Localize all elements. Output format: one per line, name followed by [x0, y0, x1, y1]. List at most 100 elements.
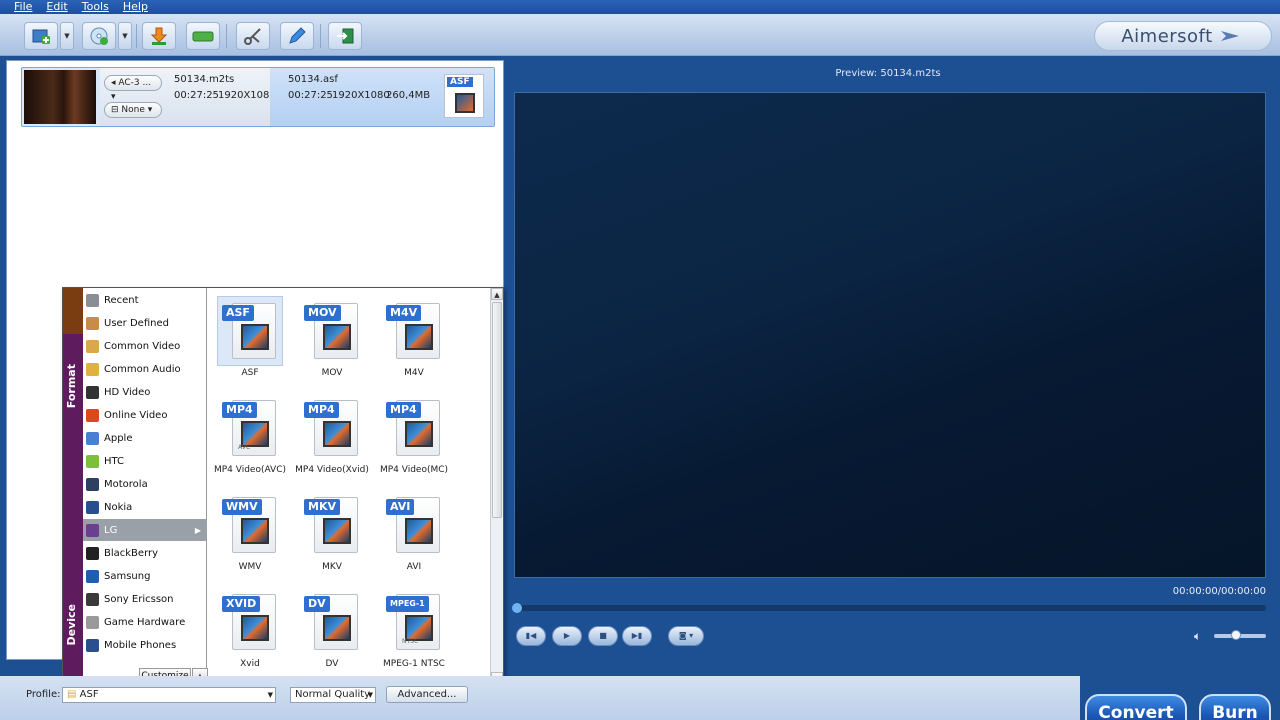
edit-button[interactable]	[280, 22, 314, 50]
category-icon	[86, 293, 99, 307]
format-scrollbar[interactable]: ▲ ▼	[490, 288, 503, 686]
menu-file[interactable]: File	[14, 0, 32, 14]
output-format-icon[interactable]: ASF	[444, 74, 484, 118]
category-item-samsung[interactable]: Samsung	[83, 565, 207, 587]
stop-icon: ■	[599, 631, 607, 640]
volume-icon[interactable]: 🔈︎	[1194, 629, 1201, 644]
source-filename: 50134.m2ts	[174, 74, 235, 85]
category-item-online-video[interactable]: Online Video	[83, 404, 207, 426]
category-item-lg[interactable]: LG ▶	[83, 519, 207, 541]
progress-knob[interactable]	[512, 603, 522, 613]
add-files-dropdown[interactable]: ▼	[60, 22, 74, 50]
category-item-common-audio[interactable]: Common Audio	[83, 358, 207, 380]
category-icon	[86, 523, 99, 537]
stop-button[interactable]: ■	[588, 626, 618, 646]
category-icon	[86, 454, 99, 468]
audio-track-select[interactable]: ◂ AC-3 ... ▾	[104, 75, 162, 102]
format-item-mp4-video-avc-[interactable]: MP4 AVC MP4 Video(AVC)	[210, 389, 290, 481]
format-item-avi[interactable]: AVI AVI	[374, 486, 454, 578]
format-item-mp4-video-xvid-[interactable]: MP4 MP4 Video(Xvid)	[292, 389, 372, 481]
subtitle-select[interactable]: ⊟ None ▾	[104, 102, 162, 118]
add-files-button[interactable]	[24, 22, 58, 50]
playback-progress[interactable]	[512, 603, 1266, 613]
play-button[interactable]: ▶	[552, 626, 582, 646]
menu-tools[interactable]: Tools	[82, 0, 109, 14]
format-subtext: NTSC	[402, 638, 419, 645]
merge-button[interactable]	[186, 22, 220, 50]
format-badge: MPEG-1	[386, 596, 429, 612]
format-badge: M4V	[386, 305, 422, 321]
volume-knob[interactable]	[1231, 630, 1241, 640]
category-label: HD Video	[104, 386, 151, 398]
category-item-game-hardware[interactable]: Game Hardware	[83, 611, 207, 633]
format-item-dv[interactable]: DV DV	[292, 583, 372, 675]
quality-value: Normal Quality	[295, 689, 371, 700]
category-item-recent[interactable]: Recent	[83, 289, 207, 311]
profile-label: Profile:	[26, 689, 61, 700]
format-item-asf[interactable]: ASF ASF	[210, 292, 290, 384]
skip-forward-icon: ▶▮	[631, 631, 643, 640]
category-label: Online Video	[104, 409, 168, 421]
category-item-hd-video[interactable]: HD Video	[83, 381, 207, 403]
format-item-mov[interactable]: MOV MOV	[292, 292, 372, 384]
format-item-mpeg-1-ntsc[interactable]: MPEG-1 NTSC MPEG-1 NTSC	[374, 583, 454, 675]
add-dvd-button[interactable]	[82, 22, 116, 50]
source-duration: 00:27:25	[174, 90, 219, 101]
next-button[interactable]: ▶▮	[622, 626, 652, 646]
category-item-apple[interactable]: Apple	[83, 427, 207, 449]
trim-button[interactable]	[236, 22, 270, 50]
file-item[interactable]: ◂ AC-3 ... ▾ ⊟ None ▾ 50134.m2ts 00:27:2…	[21, 67, 495, 127]
export-icon	[337, 28, 354, 44]
category-label: Nokia	[104, 501, 133, 513]
source-resolution: 1920X1080	[218, 90, 276, 101]
convert-button[interactable]: Convert	[1085, 694, 1187, 720]
scrollbar-up-arrow[interactable]: ▲	[491, 288, 503, 300]
category-label: HTC	[104, 455, 125, 467]
quality-select[interactable]: Normal Quality ▼	[290, 687, 376, 703]
category-icon	[86, 569, 99, 583]
category-item-user-defined[interactable]: User Defined	[83, 312, 207, 334]
category-strip: Format Device	[63, 288, 83, 686]
format-badge: AVI	[386, 499, 415, 515]
category-label: Recent	[104, 294, 139, 306]
category-icon	[86, 431, 99, 445]
submenu-arrow-icon: ▶	[194, 525, 201, 535]
add-dvd-dropdown[interactable]: ▼	[118, 22, 132, 50]
category-icon	[86, 362, 99, 376]
download-icon	[150, 27, 168, 45]
category-item-motorola[interactable]: Motorola	[83, 473, 207, 495]
advanced-button[interactable]: Advanced...	[386, 686, 468, 703]
profile-select[interactable]: ▤ ASF ▼	[62, 687, 276, 703]
category-icon	[86, 615, 99, 629]
scrollbar-thumb[interactable]	[492, 302, 502, 518]
profile-value: ASF	[79, 689, 99, 700]
category-item-blackberry[interactable]: BlackBerry	[83, 542, 207, 564]
brand-name: Aimersoft	[1121, 25, 1213, 47]
snapshot-button[interactable]: ◙ ▾	[668, 626, 704, 646]
menu-edit[interactable]: Edit	[46, 0, 67, 14]
format-item-m4v[interactable]: M4V M4V	[374, 292, 454, 384]
category-item-htc[interactable]: HTC	[83, 450, 207, 472]
category-label: Apple	[104, 432, 133, 444]
format-label: M4V	[404, 368, 424, 378]
burn-button[interactable]: Burn	[1199, 694, 1271, 720]
format-label: MPEG-1 NTSC	[383, 659, 445, 669]
format-item-mkv[interactable]: MKV MKV	[292, 486, 372, 578]
category-item-mobile-phones[interactable]: Mobile Phones	[83, 634, 207, 656]
pencil-icon	[289, 27, 306, 44]
previous-button[interactable]: ▮◀	[516, 626, 546, 646]
category-item-sony-ericsson[interactable]: Sony Ericsson	[83, 588, 207, 610]
export-button[interactable]	[328, 22, 362, 50]
format-item-wmv[interactable]: WMV WMV	[210, 486, 290, 578]
add-file-icon	[32, 29, 50, 44]
download-button[interactable]	[142, 22, 176, 50]
menu-help[interactable]: Help	[123, 0, 148, 14]
category-item-common-video[interactable]: Common Video	[83, 335, 207, 357]
category-label: LG	[104, 524, 118, 536]
format-badge: MOV	[304, 305, 341, 321]
toolbar: ▼ ▼ Aimersoft	[0, 14, 1280, 56]
output-format-badge: ASF	[447, 77, 473, 87]
category-item-nokia[interactable]: Nokia	[83, 496, 207, 518]
format-item-mp4-video-mc-[interactable]: MP4 MP4 Video(MC)	[374, 389, 454, 481]
format-item-xvid[interactable]: XVID Xvid	[210, 583, 290, 675]
